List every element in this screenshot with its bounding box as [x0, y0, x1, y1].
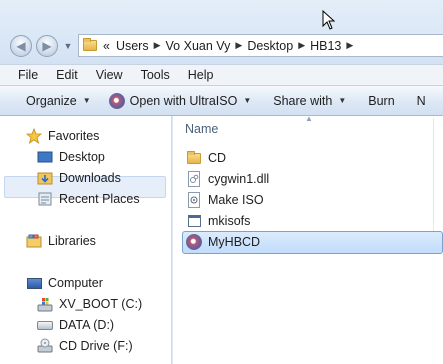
file-item[interactable]: cygwin1.dll	[186, 171, 269, 187]
forward-button[interactable]: ▶	[36, 35, 58, 57]
downloads-folder-icon	[37, 170, 53, 186]
nav-drive-c-label: XV_BOOT (C:)	[59, 297, 143, 311]
command-bar: Organize ▼ Open with UltraISO ▼ Share wi…	[0, 86, 443, 116]
open-with-button[interactable]: Open with UltraISO ▼	[108, 92, 252, 109]
drive-icon	[37, 317, 53, 333]
file-item[interactable]: Make ISO	[186, 192, 264, 208]
menu-view[interactable]: View	[85, 68, 130, 82]
application-icon	[186, 213, 202, 229]
menu-edit[interactable]: Edit	[45, 68, 85, 82]
ultraiso-icon	[186, 234, 202, 250]
chevron-down-icon: ▼	[338, 96, 347, 105]
open-with-label: Open with UltraISO	[129, 93, 238, 108]
breadcrumb-desktop[interactable]: Desktop	[247, 39, 293, 53]
breadcrumb-arrow-icon[interactable]: ▶	[235, 40, 242, 51]
forward-arrow-icon: ▶	[42, 39, 52, 53]
file-name: mkisofs	[208, 214, 251, 228]
back-arrow-icon: ◀	[16, 39, 26, 53]
new-folder-label: N	[416, 93, 426, 108]
share-with-label: Share with	[273, 93, 333, 108]
batch-file-icon	[186, 192, 202, 208]
recent-pages-dropdown[interactable]: ▼	[62, 40, 74, 52]
file-item[interactable]: CD	[186, 150, 226, 166]
star-icon	[26, 128, 42, 144]
breadcrumb-user[interactable]: Vo Xuan Vy	[166, 39, 231, 53]
file-name: MyHBCD	[208, 235, 261, 249]
nav-downloads[interactable]: Downloads	[37, 170, 121, 186]
address-overflow[interactable]: «	[103, 39, 110, 53]
ultraiso-icon	[108, 92, 125, 109]
menu-file[interactable]: File	[0, 68, 45, 82]
burn-button[interactable]: Burn	[368, 94, 394, 108]
recent-places-icon	[37, 191, 53, 207]
file-item[interactable]: mkisofs	[186, 213, 250, 229]
column-header-name[interactable]: Name	[185, 122, 218, 136]
breadcrumb-users[interactable]: Users	[116, 39, 149, 53]
organize-button[interactable]: Organize ▼	[26, 94, 91, 108]
nav-drive-f-label: CD Drive (F:)	[59, 339, 133, 353]
share-with-button[interactable]: Share with ▼	[273, 94, 346, 108]
organize-label: Organize	[26, 93, 77, 108]
chevron-down-icon: ▼	[243, 96, 252, 105]
mouse-cursor-icon	[322, 10, 336, 30]
menu-help[interactable]: Help	[177, 68, 221, 82]
breadcrumb-arrow-icon[interactable]: ▶	[298, 40, 305, 51]
column-divider[interactable]	[433, 118, 434, 246]
nav-computer-label: Computer	[48, 276, 103, 290]
menu-bar: File Edit View Tools Help	[0, 64, 443, 86]
desktop-icon	[37, 149, 53, 165]
back-button[interactable]: ◀	[10, 35, 32, 57]
nav-drive-d-label: DATA (D:)	[59, 318, 115, 332]
file-name: CD	[208, 151, 227, 165]
file-item-selected[interactable]: MyHBCD	[186, 234, 260, 250]
windows-drive-icon	[37, 296, 53, 312]
nav-recent-label: Recent Places	[59, 192, 140, 206]
new-folder-button[interactable]: N	[417, 94, 426, 108]
folder-icon	[186, 150, 202, 166]
nav-favorites-label: Favorites	[48, 129, 100, 143]
computer-icon	[26, 275, 42, 291]
nav-drive-c[interactable]: XV_BOOT (C:)	[37, 296, 142, 312]
address-bar[interactable]: « Users ▶ Vo Xuan Vy ▶ Desktop ▶ HB13 ▶	[78, 34, 443, 57]
nav-recent-places[interactable]: Recent Places	[37, 191, 140, 207]
nav-downloads-label: Downloads	[59, 171, 121, 185]
nav-desktop-label: Desktop	[59, 150, 105, 164]
nav-libraries-label: Libraries	[48, 234, 96, 248]
nav-libraries[interactable]: Libraries	[26, 233, 96, 249]
breadcrumb-arrow-icon[interactable]: ▶	[346, 40, 353, 51]
menu-tools[interactable]: Tools	[130, 68, 177, 82]
nav-computer[interactable]: Computer	[26, 275, 103, 291]
libraries-icon	[26, 233, 42, 249]
nav-drive-f[interactable]: CD Drive (F:)	[37, 338, 133, 354]
file-name: Make ISO	[208, 193, 264, 207]
nav-favorites[interactable]: Favorites	[26, 128, 99, 144]
file-name: cygwin1.dll	[208, 172, 270, 186]
chevron-down-icon: ▼	[82, 96, 91, 105]
breadcrumb-hb13[interactable]: HB13	[310, 39, 341, 53]
breadcrumb-arrow-icon[interactable]: ▶	[154, 40, 161, 51]
nav-drive-d[interactable]: DATA (D:)	[37, 317, 114, 333]
nav-desktop[interactable]: Desktop	[37, 149, 105, 165]
dll-file-icon	[186, 171, 202, 187]
burn-label: Burn	[368, 93, 395, 108]
cd-drive-icon	[37, 338, 53, 354]
sort-ascending-icon: ▲	[305, 114, 313, 123]
folder-icon	[83, 38, 97, 51]
